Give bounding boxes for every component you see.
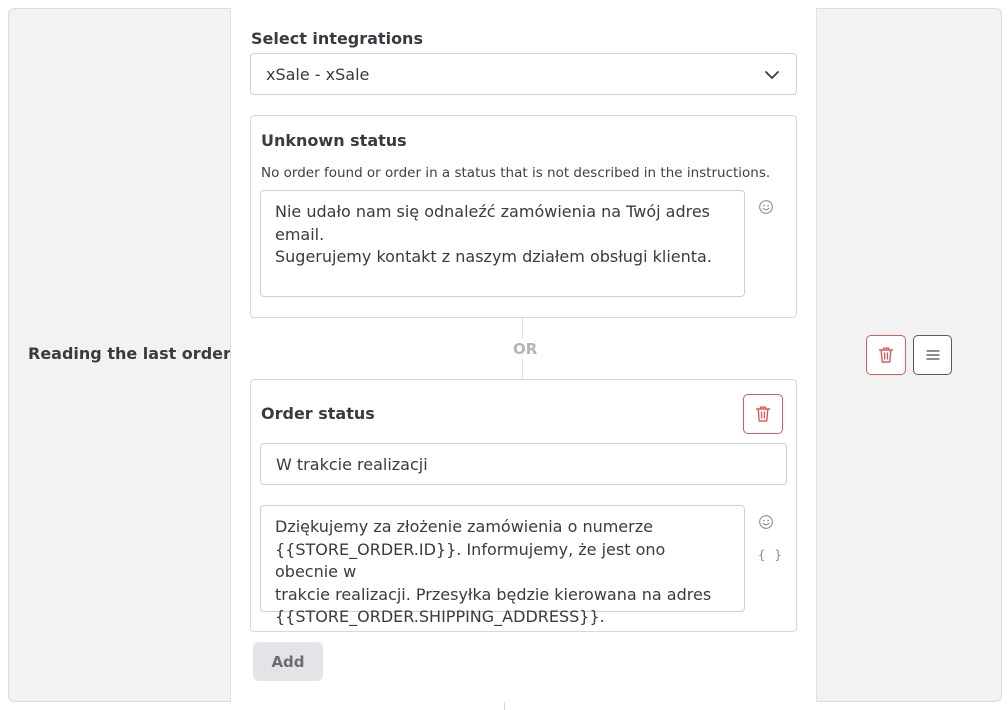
order-status-input[interactable]: W trakcie realizacji [260, 443, 787, 485]
chevron-down-icon [765, 71, 779, 79]
row-label: Reading the last order [28, 344, 231, 363]
reorder-rule-button[interactable] [913, 335, 952, 375]
integrations-label: Select integrations [251, 29, 423, 48]
delete-status-button[interactable] [743, 394, 783, 434]
unknown-status-title: Unknown status [261, 131, 407, 150]
integrations-select[interactable]: xSale - xSale [250, 53, 797, 95]
insert-variable-icon[interactable]: { } [758, 548, 783, 562]
menu-icon [925, 350, 940, 360]
or-separator: OR [512, 339, 539, 359]
connector-line [504, 702, 505, 710]
emoji-icon[interactable] [758, 199, 774, 215]
delete-rule-button[interactable] [866, 335, 906, 375]
add-status-button[interactable]: Add [253, 642, 323, 681]
order-status-message[interactable]: Dziękujemy za złożenie zamówienia o nume… [260, 505, 745, 626]
trash-icon [755, 406, 771, 422]
emoji-icon[interactable] [758, 514, 774, 530]
trash-icon [878, 347, 894, 363]
unknown-status-description: No order found or order in a status that… [261, 165, 771, 181]
integrations-selected-value: xSale - xSale [266, 64, 370, 84]
order-status-title: Order status [261, 404, 375, 423]
unknown-status-message[interactable]: Nie udało nam się odnaleźć zamówienia na… [260, 190, 745, 297]
